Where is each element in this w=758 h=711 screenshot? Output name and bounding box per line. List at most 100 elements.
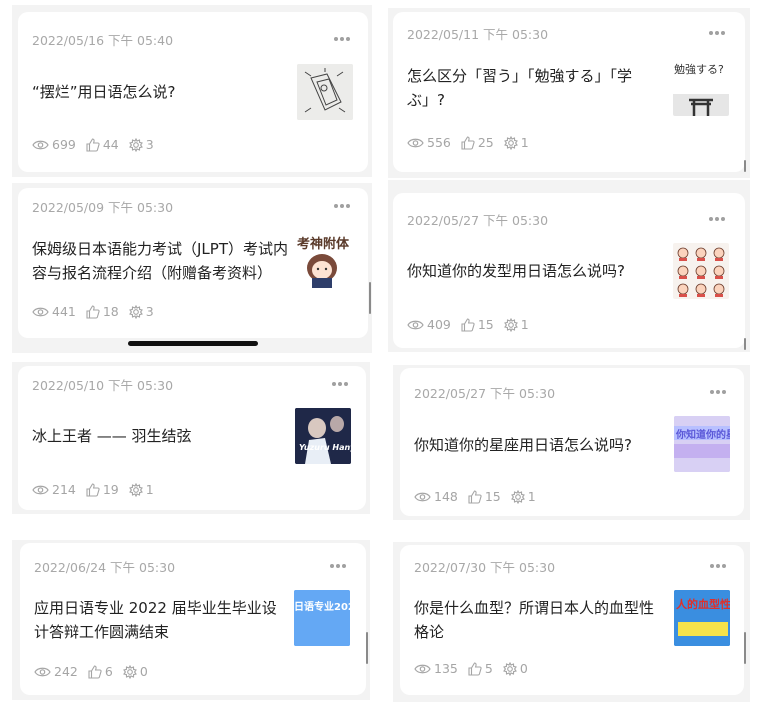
views-count: 699 bbox=[52, 137, 76, 152]
more-options-icon[interactable] bbox=[334, 34, 354, 44]
article-card[interactable]: 2022/05/10 下午 05:30 冰上王者 —— 羽生结弦 Yuzuru … bbox=[18, 366, 366, 510]
article-stats: 441 18 3 bbox=[32, 304, 164, 319]
article-stats: 556 25 1 bbox=[407, 135, 539, 150]
graduation-banner-icon: 日语专业2022届毕业生毕业设计答辩工作圆满结束 bbox=[294, 590, 350, 646]
more-options-icon[interactable] bbox=[709, 28, 729, 38]
article-thumbnail[interactable]: 勉強する? bbox=[673, 60, 729, 116]
article-card[interactable]: 2022/05/27 下午 05:30 你知道你的星座用日语怎么说吗? 你知道你… bbox=[400, 368, 744, 516]
views-stat: 556 bbox=[407, 135, 451, 150]
article-title[interactable]: 你知道你的发型用日语怎么说吗? bbox=[407, 259, 667, 283]
likes-count: 15 bbox=[477, 317, 494, 332]
shares-stat[interactable]: 1 bbox=[128, 482, 154, 497]
more-options-icon[interactable] bbox=[332, 379, 352, 389]
eye-icon bbox=[407, 138, 424, 147]
likes-stat[interactable]: 25 bbox=[461, 135, 494, 150]
post-date: 2022/05/10 下午 05:30 bbox=[32, 378, 174, 393]
likes-stat[interactable]: 15 bbox=[461, 317, 494, 332]
likes-stat[interactable]: 15 bbox=[468, 489, 501, 504]
likes-stat[interactable]: 5 bbox=[468, 661, 493, 676]
views-stat: 699 bbox=[32, 137, 76, 152]
hairstyle-grid-icon bbox=[673, 243, 729, 299]
article-title[interactable]: 怎么区分「習う」「勉強する」「学ぶ」? bbox=[407, 64, 667, 112]
views-stat: 148 bbox=[414, 489, 458, 504]
shares-stat[interactable]: 3 bbox=[128, 304, 154, 319]
shares-count: 1 bbox=[520, 317, 529, 332]
article-title[interactable]: 冰上王者 —— 羽生结弦 bbox=[32, 424, 287, 448]
article-stats: 699 44 3 bbox=[32, 137, 164, 152]
eye-icon bbox=[32, 485, 49, 494]
shares-count: 0 bbox=[519, 661, 528, 676]
scrollbar[interactable] bbox=[366, 632, 368, 664]
thumbnail-caption: 勉強する? bbox=[674, 62, 724, 76]
views-stat: 214 bbox=[32, 482, 76, 497]
article-thumbnail[interactable]: 考神附体 bbox=[296, 232, 352, 288]
eye-icon bbox=[34, 667, 51, 676]
more-options-icon[interactable] bbox=[330, 561, 350, 571]
thumbnail-caption: Yuzuru Hanyu bbox=[299, 443, 351, 452]
scrollbar[interactable] bbox=[744, 160, 746, 172]
home-indicator[interactable] bbox=[128, 341, 258, 346]
likes-stat[interactable]: 6 bbox=[88, 664, 113, 679]
views-count: 135 bbox=[434, 661, 458, 676]
views-count: 148 bbox=[434, 489, 458, 504]
thumbs-up-icon bbox=[461, 135, 475, 150]
thumbs-up-icon bbox=[468, 489, 482, 504]
post-date: 2022/06/24 下午 05:30 bbox=[34, 560, 176, 575]
article-thumbnail[interactable] bbox=[297, 64, 353, 120]
post-date: 2022/07/30 下午 05:30 bbox=[414, 560, 556, 575]
article-card[interactable]: 2022/05/11 下午 05:30 怎么区分「習う」「勉強する」「学ぶ」? … bbox=[393, 12, 745, 172]
thumbs-up-icon bbox=[86, 482, 100, 497]
post-date: 2022/05/16 下午 05:40 bbox=[32, 33, 174, 48]
article-title[interactable]: 应用日语专业 2022 届毕业生毕业设计答辩工作圆满结束 bbox=[34, 596, 289, 644]
article-title[interactable]: 你知道你的星座用日语怎么说吗? bbox=[414, 433, 664, 457]
shares-stat[interactable]: 1 bbox=[503, 317, 529, 332]
article-thumbnail[interactable] bbox=[673, 243, 729, 299]
article-title[interactable]: “摆烂”用日语怎么说? bbox=[32, 80, 287, 104]
gear-share-icon bbox=[503, 135, 518, 150]
article-title[interactable]: 你是什么血型？所谓日本人的血型性格论 bbox=[414, 596, 664, 644]
article-card[interactable]: 2022/07/30 下午 05:30 你是什么血型？所谓日本人的血型性格论 人… bbox=[400, 545, 744, 695]
likes-stat[interactable]: 18 bbox=[86, 304, 119, 319]
shares-stat[interactable]: 0 bbox=[122, 664, 148, 679]
likes-stat[interactable]: 19 bbox=[86, 482, 119, 497]
article-thumbnail[interactable]: 日语专业2022届毕业生毕业设计答辩工作圆满结束 bbox=[294, 590, 350, 646]
likes-stat[interactable]: 44 bbox=[86, 137, 119, 152]
more-options-icon[interactable] bbox=[710, 387, 730, 397]
thumbs-up-icon bbox=[88, 664, 102, 679]
more-options-icon[interactable] bbox=[334, 201, 354, 211]
eye-icon bbox=[414, 664, 431, 673]
shares-count: 1 bbox=[520, 135, 529, 150]
shares-count: 3 bbox=[145, 137, 154, 152]
article-thumbnail[interactable]: 人的血型性格论日本人的 bbox=[674, 590, 730, 646]
scrollbar[interactable] bbox=[744, 338, 746, 350]
views-count: 214 bbox=[52, 482, 76, 497]
article-card[interactable]: 2022/06/24 下午 05:30 应用日语专业 2022 届毕业生毕业设计… bbox=[20, 543, 366, 695]
more-options-icon[interactable] bbox=[710, 561, 730, 571]
article-thumbnail[interactable]: 你知道你的星座用日语怎么说 bbox=[674, 416, 730, 472]
views-stat: 409 bbox=[407, 317, 451, 332]
scrollbar[interactable] bbox=[369, 282, 371, 314]
article-card[interactable]: 2022/05/27 下午 05:30 你知道你的发型用日语怎么说吗? 409 … bbox=[393, 193, 745, 348]
shares-stat[interactable]: 3 bbox=[128, 137, 154, 152]
article-stats: 242 6 0 bbox=[34, 664, 158, 679]
article-stats: 148 15 1 bbox=[414, 489, 546, 504]
shares-stat[interactable]: 1 bbox=[510, 489, 536, 504]
thumbnail-caption: 你知道你的星座用日语怎么说 bbox=[675, 428, 730, 441]
shares-count: 1 bbox=[527, 489, 536, 504]
sketch-illustration-icon bbox=[297, 64, 353, 120]
views-count: 242 bbox=[54, 664, 78, 679]
article-thumbnail[interactable]: Yuzuru Hanyu bbox=[295, 408, 351, 464]
views-count: 441 bbox=[52, 304, 76, 319]
article-card[interactable]: 2022/05/16 下午 05:40 “摆烂”用日语怎么说? 699 44 3 bbox=[18, 12, 368, 172]
views-stat: 441 bbox=[32, 304, 76, 319]
shares-stat[interactable]: 0 bbox=[502, 661, 528, 676]
more-options-icon[interactable] bbox=[709, 214, 729, 224]
shares-stat[interactable]: 1 bbox=[503, 135, 529, 150]
thumbs-up-icon bbox=[86, 137, 100, 152]
article-card[interactable]: 2022/05/09 下午 05:30 保姆级日本语能力考试（JLPT）考试内容… bbox=[18, 188, 368, 338]
article-stats: 135 5 0 bbox=[414, 661, 538, 676]
article-title[interactable]: 保姆级日本语能力考试（JLPT）考试内容与报名流程介绍（附赠备考资料） bbox=[32, 237, 290, 285]
likes-count: 44 bbox=[102, 137, 119, 152]
scrollbar[interactable] bbox=[744, 632, 746, 664]
gear-share-icon bbox=[502, 661, 517, 676]
